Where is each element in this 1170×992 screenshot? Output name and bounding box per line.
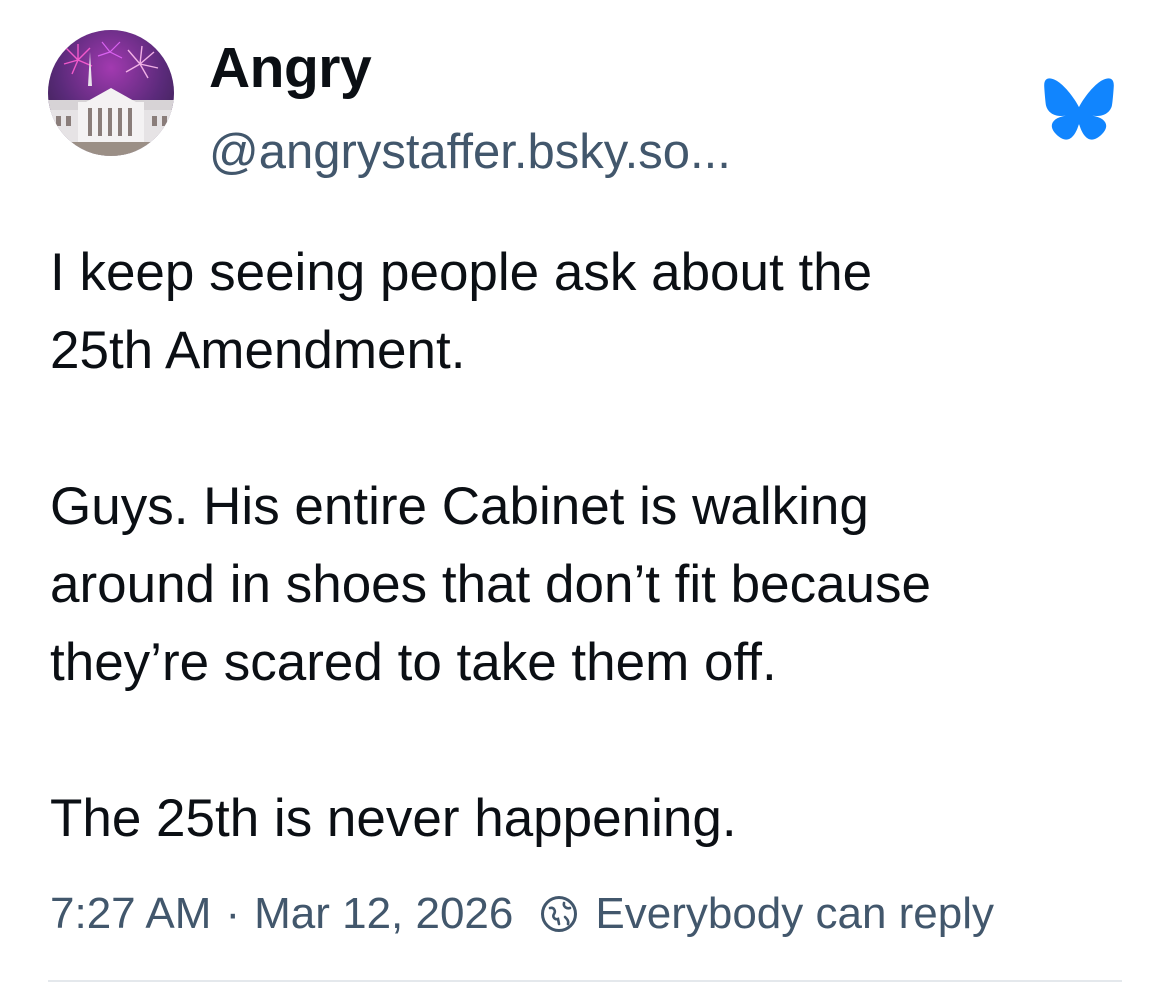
white-house-fireworks-avatar — [48, 30, 174, 156]
post-paragraph: The 25th is never happening. — [50, 789, 737, 848]
post-body: I keep seeing people ask about the 25th … — [50, 234, 1140, 858]
post-meta: 7:27 AM · Mar 12, 2026 Everybody can rep… — [50, 892, 994, 936]
post-paragraph: I keep seeing people ask about the 25th … — [50, 243, 873, 380]
post-date: Mar 12, 2026 — [254, 889, 514, 938]
reply-setting-label[interactable]: Everybody can reply — [595, 892, 994, 936]
meta-separator: · — [225, 889, 241, 938]
avatar[interactable] — [48, 30, 174, 156]
divider — [48, 980, 1122, 982]
post-card: Angry @angrystaffer.bsky.so... I keep se… — [0, 0, 1170, 992]
post-paragraph: Guys. His entire Cabinet is walking arou… — [50, 477, 931, 692]
post-time: 7:27 AM — [50, 889, 212, 938]
globe-icon — [539, 894, 579, 934]
bluesky-butterfly-icon[interactable] — [1043, 76, 1115, 142]
author-handle[interactable]: @angrystaffer.bsky.so... — [209, 128, 731, 177]
author-display-name[interactable]: Angry — [209, 40, 372, 97]
